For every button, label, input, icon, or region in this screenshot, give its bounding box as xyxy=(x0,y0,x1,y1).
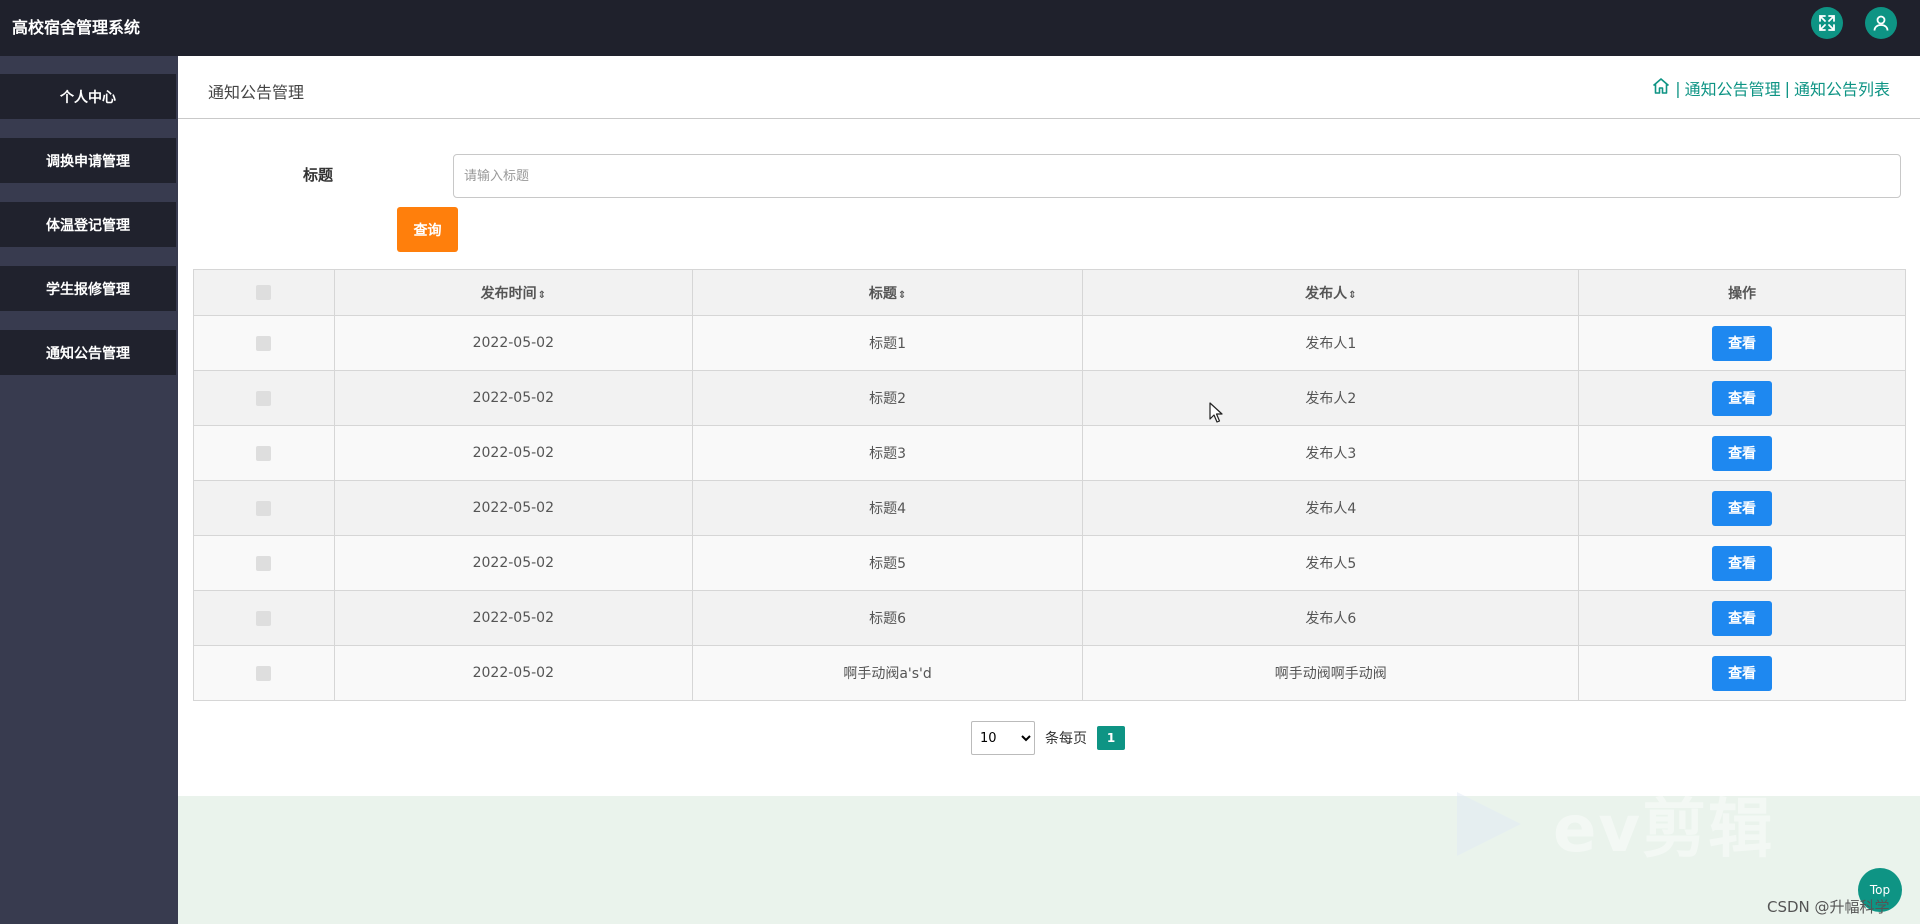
row-checkbox[interactable] xyxy=(256,500,272,516)
cell-title: 标题4 xyxy=(691,480,1084,536)
column-header-publisher[interactable]: 发布人⇕ xyxy=(1082,269,1580,316)
breadcrumb-notice-list[interactable]: 通知公告列表 xyxy=(1794,76,1890,100)
query-button[interactable]: 查询 xyxy=(397,207,458,252)
cell-date: 2022-05-02 xyxy=(333,645,693,701)
app-title: 高校宿舍管理系统 xyxy=(12,18,141,37)
cell-publisher: 发布人2 xyxy=(1082,370,1580,426)
column-header-title[interactable]: 标题⇕ xyxy=(691,269,1084,316)
video-watermark: ev剪辑 xyxy=(1453,778,1774,870)
sort-icon: ⇕ xyxy=(1348,289,1357,301)
row-checkbox[interactable] xyxy=(256,610,272,626)
per-page-label: 条每页 xyxy=(1045,731,1087,747)
watermark-text: ev剪辑 xyxy=(1553,793,1775,867)
cell-publisher: 发布人4 xyxy=(1082,480,1580,536)
cell-publisher: 啊手动阀啊手动阀 xyxy=(1082,645,1580,701)
breadcrumb-notice-management[interactable]: 通知公告管理 xyxy=(1685,76,1781,100)
top-bar: 高校宿舍管理系统 xyxy=(0,0,1920,56)
home-icon[interactable] xyxy=(1651,76,1671,100)
table-row: 2022-05-02 标题2 发布人2 查看 xyxy=(193,370,1906,426)
user-icon[interactable] xyxy=(1865,7,1897,39)
cell-publisher: 发布人6 xyxy=(1082,590,1580,646)
cell-publisher: 发布人3 xyxy=(1082,425,1580,481)
view-button[interactable]: 查看 xyxy=(1712,600,1773,636)
table-row: 2022-05-02 啊手动阀a's'd 啊手动阀啊手动阀 查看 xyxy=(193,645,1906,701)
cell-publisher: 发布人1 xyxy=(1082,315,1580,371)
row-checkbox[interactable] xyxy=(256,335,272,351)
column-header-date[interactable]: 发布时间⇕ xyxy=(333,269,693,316)
mouse-cursor-icon xyxy=(1209,402,1223,423)
row-checkbox[interactable] xyxy=(256,555,272,571)
cell-title: 标题1 xyxy=(691,315,1084,371)
view-button[interactable]: 查看 xyxy=(1712,545,1773,581)
cell-title: 标题2 xyxy=(691,370,1084,426)
page-number-1[interactable]: 1 xyxy=(1097,726,1125,750)
column-header-actions: 操作 xyxy=(1578,269,1906,316)
sidebar: 个人中心 调换申请管理 体温登记管理 学生报修管理 通知公告管理 xyxy=(0,56,178,924)
page-title: 通知公告管理 xyxy=(208,83,305,102)
row-checkbox[interactable] xyxy=(256,390,272,406)
table-row: 2022-05-02 标题1 发布人1 查看 xyxy=(193,315,1906,371)
sort-icon: ⇕ xyxy=(537,289,546,301)
sort-icon: ⇕ xyxy=(897,289,907,301)
row-checkbox[interactable] xyxy=(256,445,272,461)
sidebar-item-repair-management[interactable]: 学生报修管理 xyxy=(0,266,176,311)
breadcrumb: | 通知公告管理 | 通知公告列表 xyxy=(1651,76,1890,100)
cell-date: 2022-05-02 xyxy=(333,590,693,646)
cell-date: 2022-05-02 xyxy=(333,315,693,371)
view-button[interactable]: 查看 xyxy=(1712,655,1773,691)
sidebar-item-temperature-registration[interactable]: 体温登记管理 xyxy=(0,202,176,247)
sidebar-item-personal-center[interactable]: 个人中心 xyxy=(0,74,176,119)
pagination: 10 条每页 1 xyxy=(971,721,1125,755)
cell-title: 啊手动阀a's'd xyxy=(691,645,1084,701)
page-size-select[interactable]: 10 xyxy=(971,721,1035,755)
cell-title: 标题5 xyxy=(691,535,1084,591)
view-button[interactable]: 查看 xyxy=(1712,380,1773,416)
notice-table: 发布时间⇕ 标题⇕ 发布人⇕ 操作 2022-05-02 标题1 发布人1 查看… xyxy=(193,269,1906,701)
search-title-label: 标题 xyxy=(303,166,334,184)
cell-date: 2022-05-02 xyxy=(333,425,693,481)
fullscreen-icon[interactable] xyxy=(1811,7,1843,39)
cell-date: 2022-05-02 xyxy=(333,370,693,426)
table-row: 2022-05-02 标题6 发布人6 查看 xyxy=(193,590,1906,646)
breadcrumb-separator: | xyxy=(1675,78,1681,98)
table-row: 2022-05-02 标题4 发布人4 查看 xyxy=(193,480,1906,536)
csdn-watermark: CSDN @升幅科学 xyxy=(1767,898,1890,916)
cell-date: 2022-05-02 xyxy=(333,480,693,536)
cell-date: 2022-05-02 xyxy=(333,535,693,591)
sidebar-item-notice-management[interactable]: 通知公告管理 xyxy=(0,330,176,375)
select-all-checkbox[interactable] xyxy=(256,285,272,300)
cell-title: 标题3 xyxy=(691,425,1084,481)
select-all-cell xyxy=(193,269,335,316)
search-title-input[interactable] xyxy=(453,154,1901,198)
view-button[interactable]: 查看 xyxy=(1712,325,1773,361)
view-button[interactable]: 查看 xyxy=(1712,490,1773,526)
cell-publisher: 发布人5 xyxy=(1082,535,1580,591)
row-checkbox[interactable] xyxy=(256,665,272,681)
breadcrumb-separator: | xyxy=(1784,78,1790,98)
table-header-row: 发布时间⇕ 标题⇕ 发布人⇕ 操作 xyxy=(193,269,1906,316)
table-row: 2022-05-02 标题3 发布人3 查看 xyxy=(193,425,1906,481)
play-logo-icon xyxy=(1457,792,1521,856)
table-row: 2022-05-02 标题5 发布人5 查看 xyxy=(193,535,1906,591)
cell-title: 标题6 xyxy=(691,590,1084,646)
sidebar-item-swap-application[interactable]: 调换申请管理 xyxy=(0,138,176,183)
view-button[interactable]: 查看 xyxy=(1712,435,1773,471)
content-panel: 通知公告管理 | 通知公告管理 | 通知公告列表 标题 查询 xyxy=(178,56,1920,796)
page-header: 通知公告管理 | 通知公告管理 | 通知公告列表 xyxy=(178,56,1920,119)
